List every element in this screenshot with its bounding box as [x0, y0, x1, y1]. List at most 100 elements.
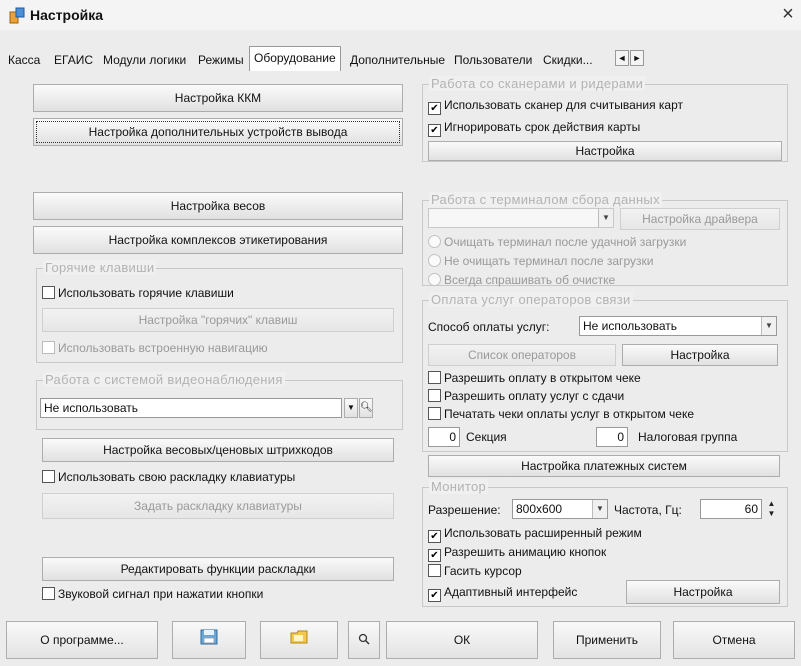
ok-button[interactable]: ОК	[386, 621, 538, 659]
frequency-spinner-icon[interactable]: ▲ ▼	[765, 499, 778, 519]
tab-additional[interactable]: Дополнительные	[345, 48, 450, 70]
set-layout-button[interactable]: Задать раскладку клавиатуры	[42, 493, 394, 519]
payment-method-value: Не использовать	[583, 319, 677, 333]
radio-dot	[428, 254, 441, 267]
extended-mode-checkbox[interactable]: ✔ Использовать расширенный режим	[428, 526, 642, 543]
video-dropdown-chevron-icon[interactable]: ▼	[344, 398, 358, 418]
radio-always-ask[interactable]: Всегда спрашивать об очистке	[428, 273, 615, 287]
operator-group-title: Оплата услуг операторов связи	[429, 292, 633, 307]
ignore-expiry-label: Игнорировать срок действия карты	[444, 120, 641, 134]
video-system-value: Не использовать	[44, 401, 138, 415]
ignore-expiry-checkbox[interactable]: ✔ Игнорировать срок действия карты	[428, 120, 640, 137]
resolution-select[interactable]: 800x600 ▼	[512, 499, 608, 519]
close-icon[interactable]: ×	[777, 3, 799, 25]
scanners-setup-button[interactable]: Настройка	[428, 141, 782, 161]
payment-method-select[interactable]: Не использовать ▼	[579, 316, 777, 336]
tab-bar: Касса ЕГАИС Модули логики Режимы Оборудо…	[0, 46, 801, 72]
radio-no-clear[interactable]: Не очищать терминал после загрузки	[428, 254, 653, 268]
builtin-nav-label: Использовать встроенную навигацию	[58, 341, 268, 355]
hotkeys-group-title: Горячие клавиши	[43, 260, 157, 275]
kkm-setup-button[interactable]: Настройка ККМ	[33, 84, 403, 112]
adaptive-interface-label: Адаптивный интерфейс	[444, 585, 578, 599]
checkmark-icon: ✔	[428, 102, 441, 115]
scales-setup-button[interactable]: Настройка весов	[33, 192, 403, 220]
video-group-title: Работа с системой видеонаблюдения	[43, 372, 285, 387]
allow-open-check-label: Разрешить оплату в открытом чеке	[444, 371, 641, 385]
tab-discounts[interactable]: Скидки...	[538, 48, 598, 70]
labeling-setup-button[interactable]: Настройка комплексов этикетирования	[33, 226, 403, 254]
radio-clear-label: Очищать терминал после удачной загрузки	[444, 235, 687, 249]
chevron-down-icon: ▼	[592, 500, 607, 518]
print-checks-checkbox[interactable]: Печатать чеки оплаты услуг в открытом че…	[428, 407, 694, 421]
about-button[interactable]: О программе...	[6, 621, 158, 659]
tab-scroll-left-icon[interactable]: ◄	[615, 50, 629, 66]
use-scanner-label: Использовать сканер для считывания карт	[444, 98, 684, 112]
checkbox-box	[42, 470, 55, 483]
tab-kassa[interactable]: Касса	[3, 48, 45, 70]
frequency-input[interactable]: 60	[700, 499, 762, 519]
search-button[interactable]	[348, 621, 380, 659]
tax-group-label: Налоговая группа	[638, 430, 738, 444]
section-input[interactable]: 0	[428, 427, 460, 447]
monitor-group-title: Монитор	[429, 479, 489, 494]
use-hotkeys-label: Использовать горячие клавиши	[58, 286, 234, 300]
title-bar	[0, 0, 801, 30]
tab-scroll-right-icon[interactable]: ►	[630, 50, 644, 66]
magnifier-icon	[358, 623, 370, 659]
radio-dot	[428, 235, 441, 248]
folder-icon	[290, 623, 308, 659]
tab-egais[interactable]: ЕГАИС	[49, 48, 98, 70]
cancel-button[interactable]: Отмена	[673, 621, 795, 659]
checkbox-box	[428, 564, 441, 577]
operators-setup-button[interactable]: Настройка	[622, 344, 778, 366]
print-checks-label: Печатать чеки оплаты услуг в открытом че…	[444, 407, 695, 421]
checkmark-icon: ✔	[428, 530, 441, 543]
tab-equipment[interactable]: Оборудование	[249, 46, 341, 71]
output-devices-button[interactable]: Настройка дополнительных устройств вывод…	[33, 118, 403, 146]
allow-change-label: Разрешить оплату услуг с сдачи	[444, 389, 625, 403]
driver-setup-button[interactable]: Настройка драйвера	[620, 208, 780, 230]
hotkeys-setup-button[interactable]: Настройка "горячих" клавиш	[42, 308, 394, 332]
tab-logic-modules[interactable]: Модули логики	[98, 48, 191, 70]
operators-list-button[interactable]: Список операторов	[428, 344, 616, 366]
own-layout-label: Использовать свою раскладку клавиатуры	[58, 470, 296, 484]
use-scanner-checkbox[interactable]: ✔ Использовать сканер для считывания карт	[428, 98, 683, 115]
radio-dot	[428, 273, 441, 286]
extended-mode-label: Использовать расширенный режим	[444, 526, 642, 540]
checkbox-box	[428, 389, 441, 402]
edit-layout-functions-button[interactable]: Редактировать функции раскладки	[42, 557, 394, 581]
builtin-nav-checkbox[interactable]: Использовать встроенную навигацию	[42, 341, 268, 355]
monitor-setup-button[interactable]: Настройка	[626, 580, 780, 604]
save-button[interactable]	[172, 621, 246, 659]
terminal-select[interactable]: ▼	[428, 208, 614, 228]
window-title: Настройка	[30, 7, 104, 23]
radio-no-clear-label: Не очищать терминал после загрузки	[444, 254, 654, 268]
radio-always-ask-label: Всегда спрашивать об очистке	[444, 273, 616, 287]
resolution-label: Разрешение:	[428, 503, 501, 517]
tab-users[interactable]: Пользователи	[449, 48, 537, 70]
scanners-group-title: Работа со сканерами и ридерами	[429, 76, 646, 91]
video-search-icon[interactable]: 🔍︎	[359, 398, 373, 418]
own-layout-checkbox[interactable]: Использовать свою раскладку клавиатуры	[42, 470, 295, 484]
video-system-select[interactable]: Не использовать	[40, 398, 342, 418]
beep-label: Звуковой сигнал при нажатии кнопки	[58, 587, 264, 601]
beep-checkbox[interactable]: Звуковой сигнал при нажатии кнопки	[42, 587, 263, 601]
use-hotkeys-checkbox[interactable]: Использовать горячие клавиши	[42, 286, 234, 300]
radio-clear-after-load[interactable]: Очищать терминал после удачной загрузки	[428, 235, 686, 249]
payment-systems-button[interactable]: Настройка платежных систем	[428, 455, 780, 477]
payment-method-label: Способ оплаты услуг:	[428, 320, 550, 334]
tab-modes[interactable]: Режимы	[193, 48, 249, 70]
barcode-setup-button[interactable]: Настройка весовых/ценовых штрихкодов	[42, 438, 394, 462]
checkmark-icon: ✔	[428, 549, 441, 562]
apply-button[interactable]: Применить	[553, 621, 661, 659]
hide-cursor-checkbox[interactable]: Гасить курсор	[428, 564, 522, 578]
tax-group-input[interactable]: 0	[596, 427, 628, 447]
resolution-value: 800x600	[516, 502, 563, 516]
section-label: Секция	[466, 430, 507, 444]
allow-open-check-checkbox[interactable]: Разрешить оплату в открытом чеке	[428, 371, 641, 385]
adaptive-interface-checkbox[interactable]: ✔ Адаптивный интерфейс	[428, 585, 577, 602]
open-folder-button[interactable]	[260, 621, 338, 659]
allow-change-checkbox[interactable]: Разрешить оплату услуг с сдачи	[428, 389, 624, 403]
button-animation-checkbox[interactable]: ✔ Разрешить анимацию кнопок	[428, 545, 606, 562]
button-animation-label: Разрешить анимацию кнопок	[444, 545, 607, 559]
